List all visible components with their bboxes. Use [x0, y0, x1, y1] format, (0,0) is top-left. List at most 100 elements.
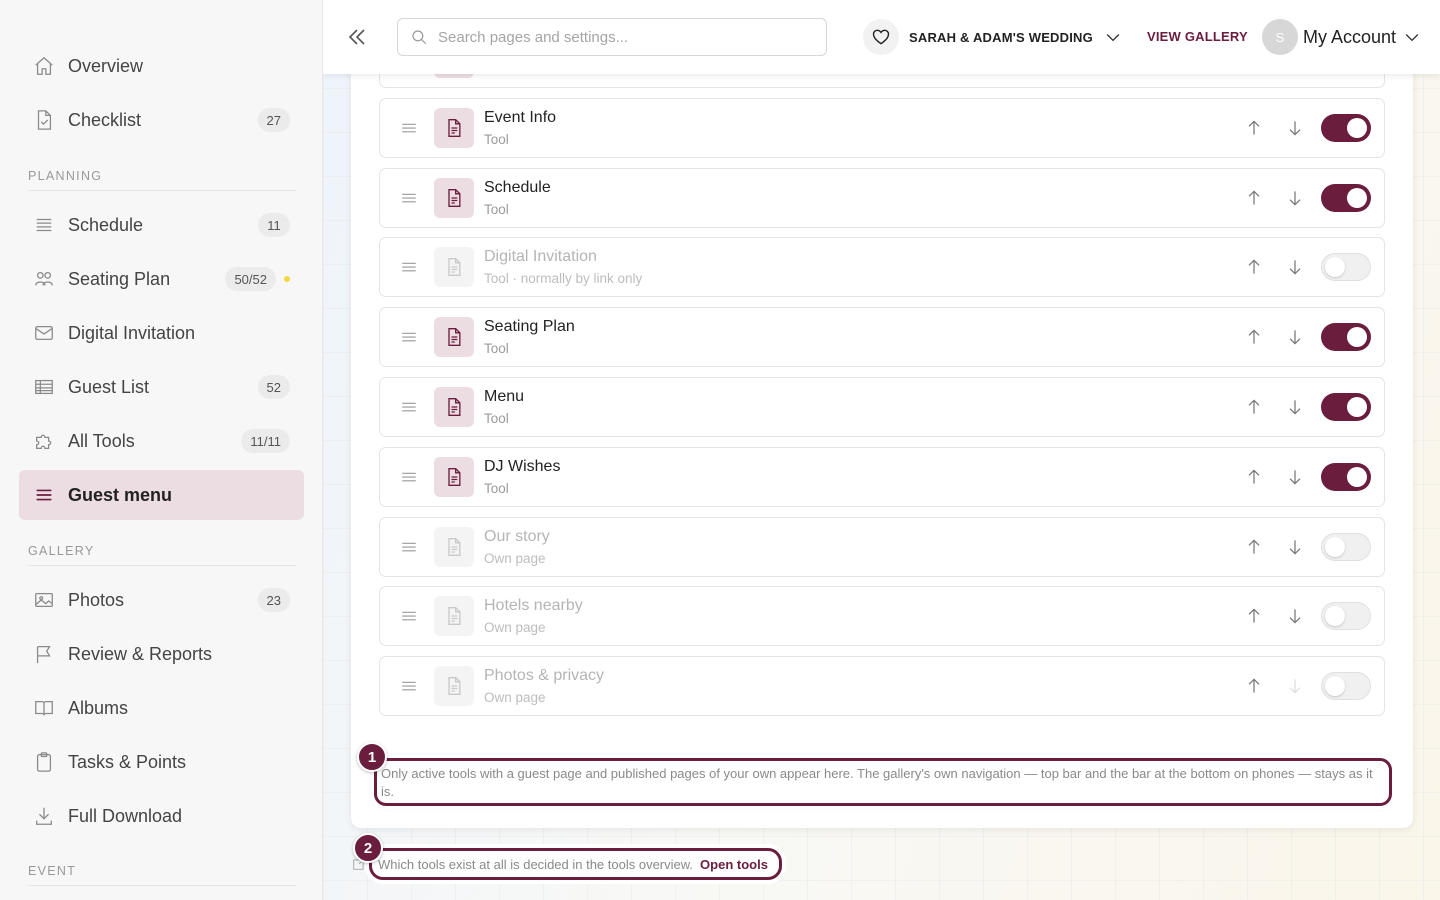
search-icon: [412, 30, 427, 45]
open-tools-link[interactable]: Open tools: [700, 857, 768, 872]
menu-row: DJ Wishes Tool: [379, 446, 1385, 507]
visibility-toggle[interactable]: [1321, 532, 1371, 561]
move-up-icon[interactable]: [1244, 537, 1264, 557]
sidebar-item-full-download[interactable]: Full Download: [19, 791, 304, 841]
mail-icon: [33, 322, 55, 344]
sidebar-item-guest-menu[interactable]: Guest menu: [19, 470, 304, 520]
sidebar-item-checklist[interactable]: Checklist 27: [19, 95, 304, 145]
visibility-toggle[interactable]: [1321, 672, 1371, 701]
move-down-icon[interactable]: [1285, 327, 1305, 347]
document-icon: [434, 247, 474, 288]
guest-menu-card: Thank YouToolEvent InfoToolScheduleToolD…: [351, 28, 1413, 828]
view-gallery-link[interactable]: VIEW GALLERY: [1147, 29, 1248, 44]
search-input[interactable]: [438, 28, 808, 46]
search-box: [397, 18, 827, 56]
move-down-icon: [1285, 676, 1305, 696]
download-icon: [33, 805, 55, 827]
menu-row: Schedule Tool: [379, 167, 1385, 228]
document-icon: [434, 177, 474, 218]
row-title: Our story: [484, 527, 550, 545]
sidebar-item-albums[interactable]: Albums: [19, 683, 304, 733]
move-down-icon[interactable]: [1285, 188, 1305, 208]
visibility-toggle[interactable]: [1321, 462, 1371, 491]
move-up-icon[interactable]: [1244, 118, 1264, 138]
main-content: SARAH & ADAM'S WEDDING VIEW GALLERY S My…: [323, 0, 1440, 900]
move-up-icon[interactable]: [1244, 257, 1264, 277]
sidebar-item-guest-list[interactable]: Guest List 52: [19, 362, 304, 412]
sidebar-item-overview[interactable]: Overview: [19, 41, 304, 91]
move-up-icon[interactable]: [1244, 397, 1264, 417]
sidebar-item-tasks-points[interactable]: Tasks & Points: [19, 737, 304, 787]
collapse-sidebar-icon[interactable]: [345, 25, 369, 49]
sidebar-item-label: Photos: [68, 589, 125, 610]
move-down-icon[interactable]: [1285, 257, 1305, 277]
puzzle-icon: [33, 430, 55, 452]
image-icon: [33, 589, 55, 611]
document-icon: [434, 387, 474, 427]
sidebar-item-label: Seating Plan: [68, 268, 171, 289]
drag-handle-icon[interactable]: [400, 258, 418, 276]
move-up-icon[interactable]: [1244, 676, 1264, 696]
tools-note-text: Which tools exist at all is decided in t…: [378, 856, 694, 872]
drag-handle-icon[interactable]: [400, 398, 418, 416]
sidebar-item-review-reports[interactable]: Review & Reports: [19, 629, 304, 679]
visibility-toggle[interactable]: [1321, 602, 1371, 631]
drag-handle-icon[interactable]: [400, 328, 418, 346]
drag-handle-icon[interactable]: [400, 189, 418, 207]
table-icon: [33, 376, 55, 398]
drag-handle-icon[interactable]: [400, 607, 418, 625]
visibility-toggle[interactable]: [1321, 393, 1371, 421]
sidebar-item-seating-plan[interactable]: Seating Plan 50/52: [19, 254, 304, 304]
sidebar-item-label: Guest List: [68, 376, 150, 397]
chevron-down-icon: [1402, 27, 1422, 47]
move-up-icon[interactable]: [1244, 606, 1264, 626]
move-down-icon[interactable]: [1285, 118, 1305, 138]
move-down-icon[interactable]: [1285, 606, 1305, 626]
count-badge: 11: [258, 213, 290, 237]
row-title: Digital Invitation: [484, 248, 597, 266]
move-down-icon[interactable]: [1285, 467, 1305, 487]
drag-handle-icon[interactable]: [400, 677, 418, 695]
row-subtitle: Own page: [484, 620, 546, 636]
section-title-gallery: GALLERY: [28, 544, 296, 566]
visibility-toggle[interactable]: [1321, 253, 1371, 282]
toggle-knob: [1347, 466, 1367, 487]
move-down-icon[interactable]: [1285, 537, 1305, 557]
clipboard-icon: [33, 751, 55, 773]
visibility-toggle[interactable]: [1321, 113, 1371, 142]
drag-handle-icon[interactable]: [400, 538, 418, 556]
chevron-down-icon: [1103, 27, 1123, 47]
visibility-toggle[interactable]: [1321, 323, 1371, 352]
row-subtitle: Tool · normally by link only: [484, 271, 643, 287]
account-menu[interactable]: S My Account: [1262, 19, 1422, 55]
event-selector[interactable]: SARAH & ADAM'S WEDDING: [863, 19, 1123, 55]
sidebar-item-all-tools[interactable]: All Tools 11/11: [19, 416, 304, 466]
avatar: S: [1262, 19, 1298, 55]
row-subtitle: Tool: [484, 201, 509, 217]
menu-row: Event Info Tool: [379, 97, 1385, 158]
section-title-event: EVENT: [28, 864, 296, 886]
visibility-toggle[interactable]: [1321, 183, 1371, 212]
move-up-icon[interactable]: [1244, 327, 1264, 347]
sidebar-item-digital-invitation[interactable]: Digital Invitation: [19, 308, 304, 358]
document-icon: [434, 317, 474, 358]
annotation-marker-1: 1: [357, 742, 387, 772]
drag-handle-icon[interactable]: [400, 119, 418, 137]
drag-handle-icon[interactable]: [400, 468, 418, 486]
move-down-icon[interactable]: [1285, 397, 1305, 417]
section-title-planning: PLANNING: [28, 169, 296, 191]
row-title: Photos & privacy: [484, 667, 605, 685]
checklist-icon: [33, 109, 55, 131]
row-title: Schedule: [484, 178, 551, 196]
menu-row: Digital Invitation Tool · normally by lin…: [379, 237, 1385, 298]
move-up-icon[interactable]: [1244, 188, 1264, 208]
sidebar-item-label: Overview: [68, 55, 144, 76]
sidebar-item-schedule[interactable]: Schedule 11: [19, 200, 304, 250]
row-title: Event Info: [484, 108, 557, 126]
toggle-knob: [1347, 117, 1367, 138]
move-up-icon[interactable]: [1244, 467, 1264, 487]
sidebar-item-photos[interactable]: Photos 23: [19, 575, 304, 625]
sidebar-item-label: Guest menu: [68, 484, 173, 505]
menu-icon: [33, 484, 55, 506]
toggle-knob: [1325, 536, 1345, 557]
